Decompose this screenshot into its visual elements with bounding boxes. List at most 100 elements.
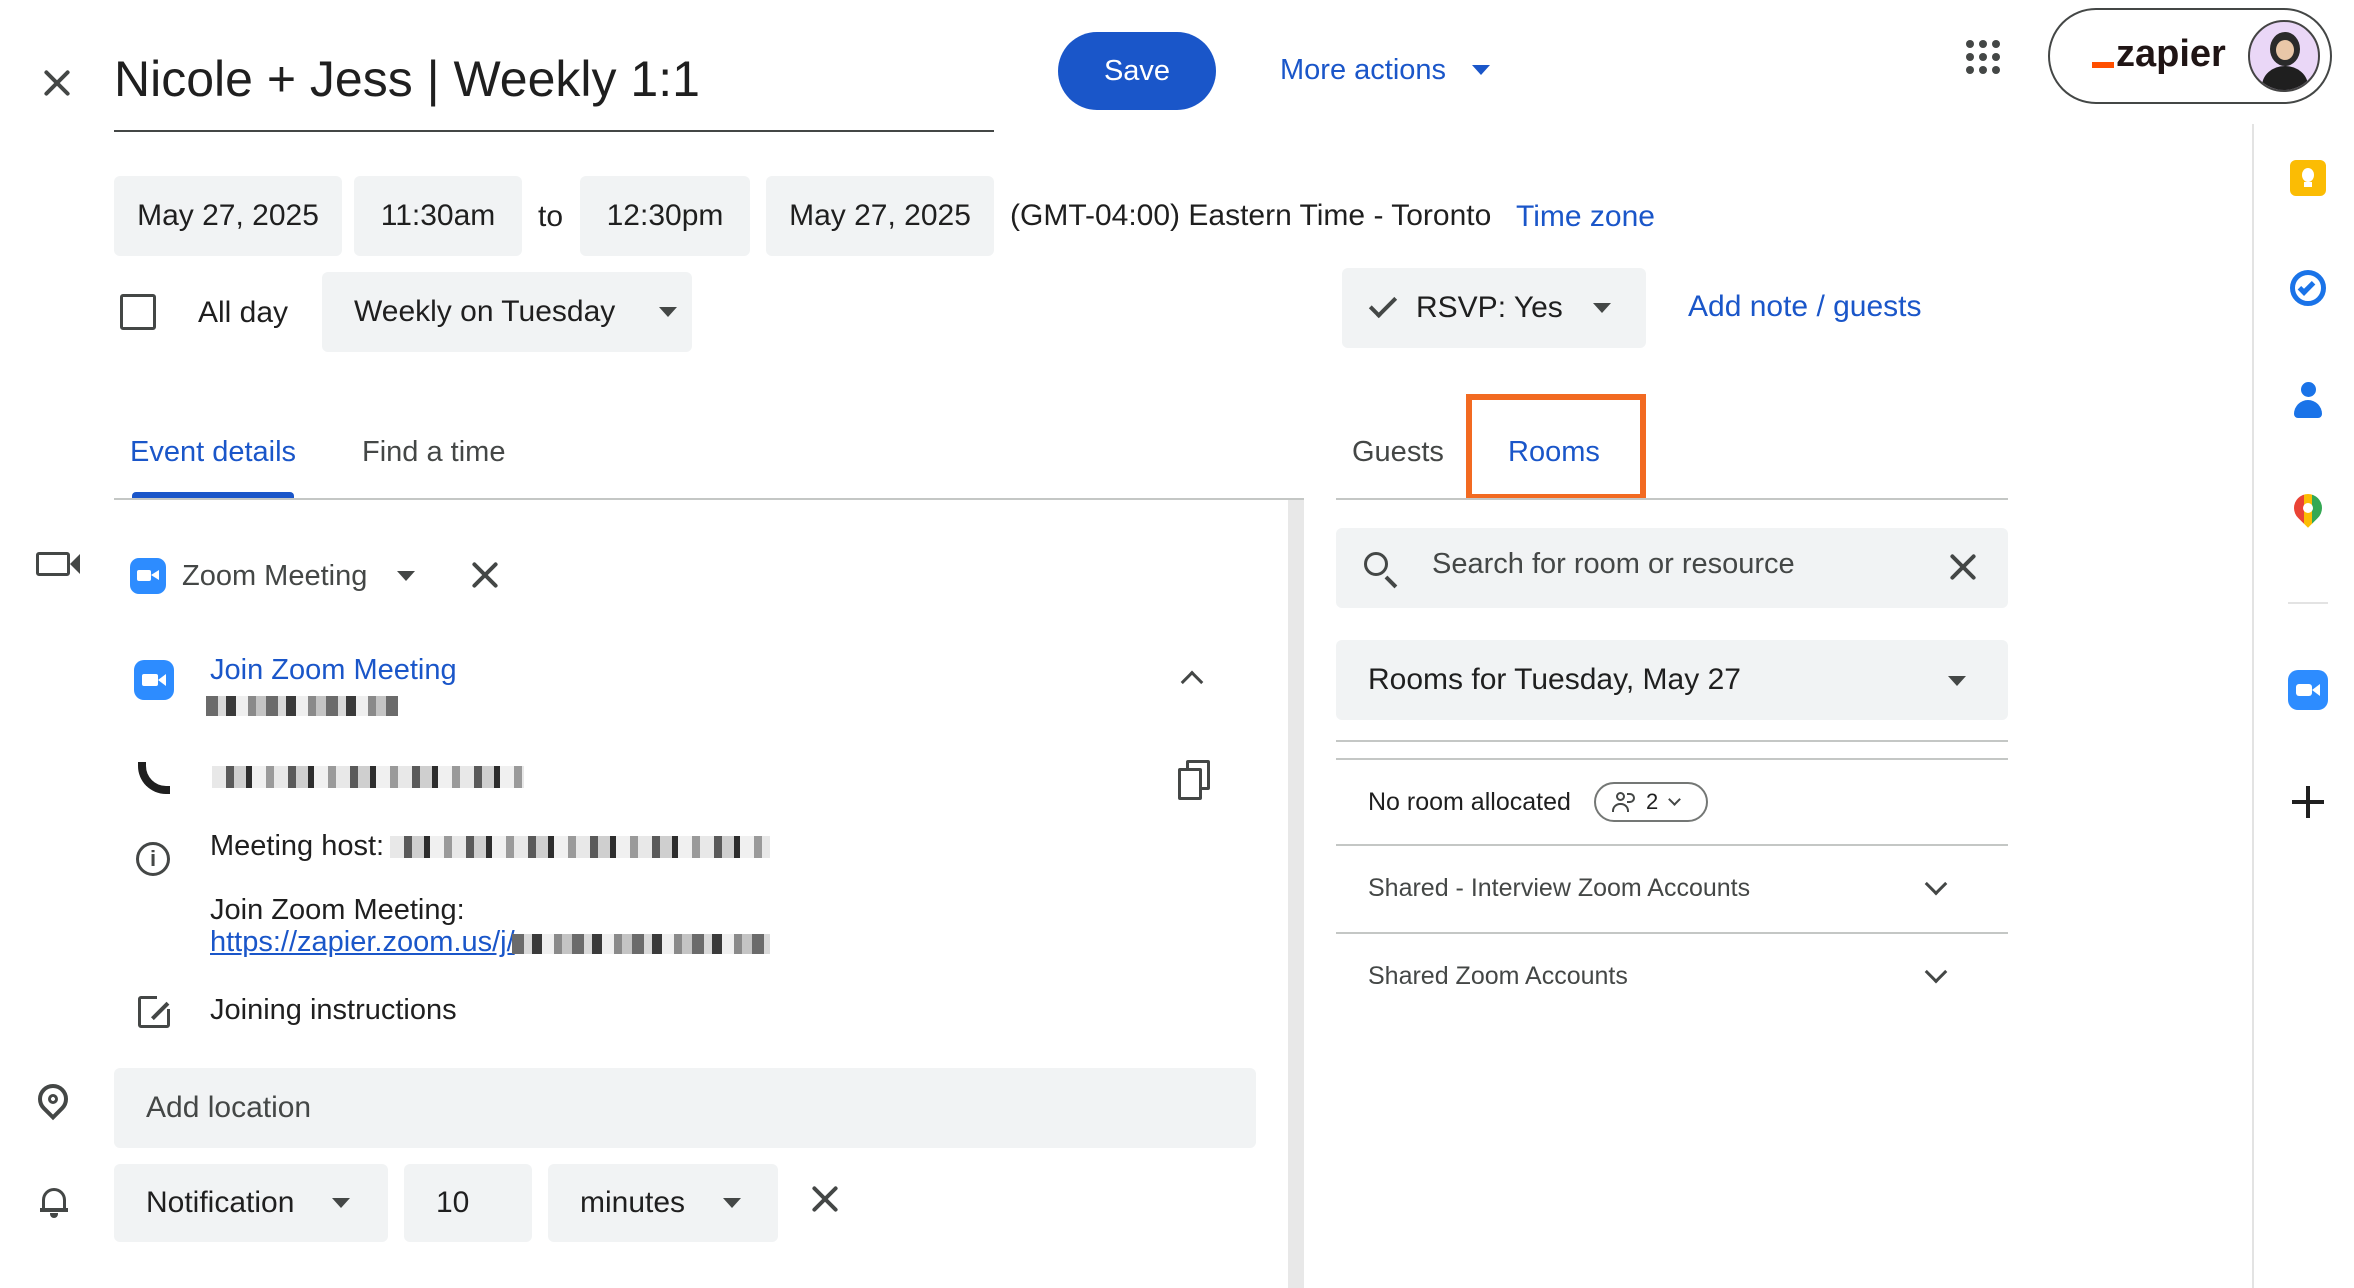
caret-down-icon: [332, 1198, 351, 1208]
redacted-host-email: [390, 836, 770, 858]
join-zoom-link[interactable]: Join Zoom Meeting: [210, 654, 457, 687]
chevron-down-icon[interactable]: [1924, 872, 1948, 896]
rsvp-value: RSVP: Yes: [1416, 291, 1563, 324]
keep-icon[interactable]: [2290, 160, 2326, 196]
search-icon-handle: [1384, 575, 1398, 589]
search-icon: [1364, 552, 1388, 576]
room-group-row[interactable]: Shared Zoom Accounts: [1336, 934, 2008, 1022]
join-meeting-label: Join Zoom Meeting:: [210, 894, 465, 926]
side-panel-divider: [2288, 602, 2328, 604]
avatar[interactable]: [2248, 20, 2320, 92]
tab-rooms[interactable]: Rooms: [1508, 436, 1600, 469]
caret-down-icon: [397, 571, 416, 581]
notification-unit: minutes: [580, 1186, 686, 1219]
scrollbar[interactable]: [1288, 500, 1304, 1288]
location-pin-icon: [31, 1077, 75, 1121]
timezone-link[interactable]: Time zone: [1516, 200, 1655, 234]
room-group-label: Shared Zoom Accounts: [1368, 962, 1628, 990]
no-room-label: No room allocated: [1368, 788, 1571, 816]
chevron-down-icon[interactable]: [1924, 960, 1948, 984]
tasks-icon[interactable]: [2290, 270, 2326, 306]
notification-type-dropdown[interactable]: Notification: [114, 1164, 388, 1242]
left-tabs-divider: [114, 498, 1304, 500]
guest-count-chip[interactable]: 2: [1594, 782, 1708, 822]
to-label: to: [538, 200, 564, 233]
room-search-placeholder: Search for room or resource: [1432, 548, 1795, 580]
zoom-join-icon: [134, 660, 174, 700]
chevron-down-icon: [1668, 793, 1682, 806]
notification-amount: 10: [436, 1186, 470, 1219]
caret-down-icon: [723, 1198, 742, 1208]
zapier-logo: zapier: [2092, 32, 2226, 76]
video-call-icon: [36, 552, 70, 576]
no-room-row: No room allocated 2: [1336, 760, 2008, 846]
join-meeting-url[interactable]: https://zapier.zoom.us/j/: [210, 926, 515, 959]
start-date: May 27, 2025: [137, 199, 319, 232]
info-icon: i: [136, 842, 170, 876]
maps-icon[interactable]: [2288, 488, 2328, 532]
remove-conference-icon[interactable]: [470, 560, 500, 590]
caret-down-icon: [1472, 65, 1491, 75]
notification-amount-input[interactable]: 10: [404, 1164, 532, 1242]
add-addon-icon[interactable]: [2292, 786, 2324, 818]
chevron-up-icon[interactable]: [1180, 670, 1204, 694]
copy-icon[interactable]: [1176, 760, 1212, 800]
external-link-icon: [138, 993, 173, 1028]
zapier-wordmark: zapier: [2116, 33, 2226, 75]
joining-instructions-link[interactable]: Joining instructions: [210, 994, 457, 1027]
zoom-addon-icon[interactable]: [2288, 670, 2328, 710]
clear-search-icon[interactable]: [1948, 552, 1978, 582]
end-date-chip[interactable]: May 27, 2025: [766, 176, 994, 256]
location-placeholder: Add location: [146, 1091, 312, 1124]
all-day-label: All day: [198, 296, 289, 329]
rooms-divider: [1336, 740, 2008, 742]
recurrence-value: Weekly on Tuesday: [354, 295, 616, 328]
caret-down-icon: [659, 307, 678, 317]
close-icon[interactable]: [40, 66, 74, 100]
save-button[interactable]: Save: [1058, 32, 1216, 110]
end-time-chip[interactable]: 12:30pm: [580, 176, 750, 256]
start-date-chip[interactable]: May 27, 2025: [114, 176, 342, 256]
start-time-chip[interactable]: 11:30am: [354, 176, 522, 256]
all-day-checkbox[interactable]: [120, 294, 156, 330]
tab-guests[interactable]: Guests: [1352, 436, 1444, 469]
guest-count: 2: [1646, 789, 1659, 814]
rsvp-dropdown[interactable]: RSVP: Yes: [1342, 268, 1646, 348]
apps-grid-icon[interactable]: [1966, 40, 2000, 74]
location-input[interactable]: Add location: [114, 1068, 1256, 1148]
room-group-label: Shared - Interview Zoom Accounts: [1368, 874, 1751, 902]
room-group-row[interactable]: Shared - Interview Zoom Accounts: [1336, 846, 2008, 934]
event-title: Nicole + Jess | Weekly 1:1: [114, 51, 700, 107]
recurrence-dropdown[interactable]: Weekly on Tuesday: [322, 272, 692, 352]
save-button-label: Save: [1103, 54, 1171, 87]
phone-icon: [138, 762, 170, 794]
check-icon: [1368, 289, 1398, 319]
people-icon: [1612, 792, 1638, 812]
contacts-icon[interactable]: [2292, 382, 2324, 418]
redacted-phone-number: [212, 766, 524, 788]
meeting-host-label: Meeting host:: [210, 830, 385, 862]
rooms-date-dropdown[interactable]: Rooms for Tuesday, May 27: [1336, 640, 2008, 720]
conference-provider-dropdown[interactable]: Zoom Meeting: [182, 556, 416, 596]
end-date: May 27, 2025: [789, 199, 971, 232]
more-actions-button[interactable]: More actions: [1280, 50, 1491, 90]
event-title-field[interactable]: Nicole + Jess | Weekly 1:1: [114, 46, 994, 132]
room-search-field[interactable]: Search for room or resource: [1336, 528, 2008, 608]
redacted-meeting-url: [512, 934, 770, 954]
zoom-icon: [130, 558, 166, 594]
tab-event-details[interactable]: Event details: [130, 436, 296, 469]
notification-type: Notification: [146, 1186, 295, 1219]
timezone-text: (GMT-04:00) Eastern Time - Toronto: [1010, 199, 1492, 232]
tab-find-a-time[interactable]: Find a time: [362, 436, 505, 469]
account-switcher[interactable]: zapier: [2048, 8, 2332, 104]
remove-notification-icon[interactable]: [810, 1184, 840, 1214]
add-note-guests-link[interactable]: Add note / guests: [1688, 290, 1922, 324]
conference-provider-label: Zoom Meeting: [182, 559, 368, 592]
notification-unit-dropdown[interactable]: minutes: [548, 1164, 778, 1242]
right-tabs-divider: [1336, 498, 2008, 500]
rooms-date-label: Rooms for Tuesday, May 27: [1368, 663, 1741, 696]
end-time: 12:30pm: [606, 199, 724, 232]
bell-icon: [40, 1186, 68, 1218]
caret-down-icon: [1948, 676, 1966, 686]
more-actions-label: More actions: [1280, 53, 1447, 86]
